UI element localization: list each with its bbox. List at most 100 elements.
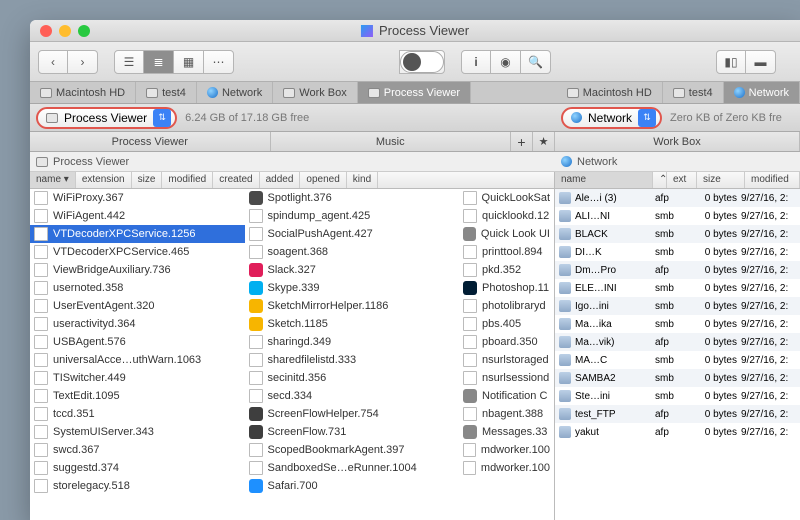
right-location-dropdown[interactable]: Network ⇅	[561, 107, 662, 129]
left-file-list[interactable]: WiFiProxy.367WiFiAgent.442VTDecoderXPCSe…	[30, 189, 554, 520]
network-row[interactable]: yakutafp0 bytes9/27/16, 2:	[555, 423, 800, 441]
location-tab[interactable]: Macintosh HD	[30, 82, 136, 103]
file-row[interactable]: universalAcce…uthWarn.1063	[30, 351, 245, 369]
file-row[interactable]: Messages.33	[459, 423, 554, 441]
network-row[interactable]: Igo…inismb0 bytes9/27/16, 2:	[555, 297, 800, 315]
file-row[interactable]: mdworker.100	[459, 441, 554, 459]
file-row[interactable]: quicklookd.12	[459, 207, 554, 225]
info-button[interactable]: i	[461, 50, 491, 74]
file-row[interactable]: storelegacy.518	[30, 477, 245, 495]
network-row[interactable]: MA…Csmb0 bytes9/27/16, 2:	[555, 351, 800, 369]
left-location-dropdown[interactable]: Process Viewer ⇅	[36, 107, 177, 129]
file-row[interactable]: VTDecoderXPCService.465	[30, 243, 245, 261]
file-row[interactable]: WiFiProxy.367	[30, 189, 245, 207]
network-row[interactable]: test_FTPafp0 bytes9/27/16, 2:	[555, 405, 800, 423]
file-row[interactable]: secinitd.356	[245, 369, 460, 387]
file-row[interactable]: Notification C	[459, 387, 554, 405]
file-row[interactable]: useractivityd.364	[30, 315, 245, 333]
quicklook-button[interactable]: ◉	[491, 50, 521, 74]
add-tab-button[interactable]: +	[511, 132, 533, 151]
file-row[interactable]: ScopedBookmarkAgent.397	[245, 441, 460, 459]
view-icons-button[interactable]: ☰	[114, 50, 144, 74]
app-icon	[463, 425, 477, 439]
file-row[interactable]: sharingd.349	[245, 333, 460, 351]
view-grid-button[interactable]: ▦	[174, 50, 204, 74]
network-row[interactable]: ALI…NIsmb0 bytes9/27/16, 2:	[555, 207, 800, 225]
file-row[interactable]: nbagent.388	[459, 405, 554, 423]
file-row[interactable]: Skype.339	[245, 279, 460, 297]
file-row[interactable]: nsurlsessiond	[459, 369, 554, 387]
network-row[interactable]: Dm…Proafp0 bytes9/27/16, 2:	[555, 261, 800, 279]
file-row[interactable]: photolibraryd	[459, 297, 554, 315]
network-row[interactable]: Ale…i (3)afp0 bytes9/27/16, 2:	[555, 189, 800, 207]
tab-music[interactable]: Music	[271, 132, 512, 151]
file-row[interactable]: spindump_agent.425	[245, 207, 460, 225]
forward-button[interactable]: ›	[68, 50, 98, 74]
file-row[interactable]: USBAgent.576	[30, 333, 245, 351]
minimize-icon[interactable]	[59, 25, 71, 37]
location-tab[interactable]: test4	[663, 82, 724, 103]
network-row[interactable]: Ma…vik)afp0 bytes9/27/16, 2:	[555, 333, 800, 351]
file-row[interactable]: Safari.700	[245, 477, 460, 495]
file-row[interactable]: Photoshop.11	[459, 279, 554, 297]
file-row[interactable]: tccd.351	[30, 405, 245, 423]
file-row[interactable]: Sketch.1185	[245, 315, 460, 333]
location-tab[interactable]: Network	[197, 82, 273, 103]
file-row[interactable]: Slack.327	[245, 261, 460, 279]
file-row[interactable]: ScreenFlowHelper.754	[245, 405, 460, 423]
file-row[interactable]: suggestd.374	[30, 459, 245, 477]
file-row[interactable]: SketchMirrorHelper.1186	[245, 297, 460, 315]
file-row[interactable]: sharedfilelistd.333	[245, 351, 460, 369]
back-button[interactable]: ‹	[38, 50, 68, 74]
file-row[interactable]: SandboxedSe…eRunner.1004	[245, 459, 460, 477]
right-file-list[interactable]: Ale…i (3)afp0 bytes9/27/16, 2:ALI…NIsmb0…	[555, 189, 800, 520]
file-row[interactable]: soagent.368	[245, 243, 460, 261]
file-row[interactable]: UserEventAgent.320	[30, 297, 245, 315]
network-row[interactable]: Ma…ikasmb0 bytes9/27/16, 2:	[555, 315, 800, 333]
left-column-headers[interactable]: name ▾extensionsizemodifiedcreatedaddedo…	[30, 172, 554, 189]
network-row[interactable]: SAMBA2smb0 bytes9/27/16, 2:	[555, 369, 800, 387]
file-row[interactable]: pkd.352	[459, 261, 554, 279]
file-row[interactable]: VTDecoderXPCService.1256	[30, 225, 245, 243]
file-row[interactable]: mdworker.100	[459, 459, 554, 477]
network-row[interactable]: DI…Ksmb0 bytes9/27/16, 2:	[555, 243, 800, 261]
favorites-button[interactable]: ★	[533, 132, 555, 151]
location-tab[interactable]: Macintosh HD	[557, 82, 663, 103]
file-row[interactable]: nsurlstoraged	[459, 351, 554, 369]
file-row[interactable]: pboard.350	[459, 333, 554, 351]
panel-left-button[interactable]: ▮▯	[716, 50, 746, 74]
file-row[interactable]: Spotlight.376	[245, 189, 460, 207]
panel-right-button[interactable]: ▬	[746, 50, 776, 74]
file-row[interactable]: pbs.405	[459, 315, 554, 333]
view-more-button[interactable]: ⋯	[204, 50, 234, 74]
file-row[interactable]: ViewBridgeAuxiliary.736	[30, 261, 245, 279]
view-list-button[interactable]: ≣	[144, 50, 174, 74]
file-row[interactable]: swcd.367	[30, 441, 245, 459]
sf-icon	[249, 425, 263, 439]
network-row[interactable]: ELE…INIsmb0 bytes9/27/16, 2:	[555, 279, 800, 297]
location-tab[interactable]: Work Box	[273, 82, 357, 103]
location-tab[interactable]: test4	[136, 82, 197, 103]
tab-work-box[interactable]: Work Box	[555, 132, 800, 151]
network-row[interactable]: BLACKsmb0 bytes9/27/16, 2:	[555, 225, 800, 243]
right-column-headers[interactable]: name⌃extsizemodified	[555, 172, 800, 189]
file-row[interactable]: printtool.894	[459, 243, 554, 261]
location-tab[interactable]: Network	[724, 82, 800, 103]
location-tab[interactable]: Process Viewer	[358, 82, 471, 103]
file-row[interactable]: Quick Look UI	[459, 225, 554, 243]
file-row[interactable]: QuickLookSat	[459, 189, 554, 207]
file-row[interactable]: ScreenFlow.731	[245, 423, 460, 441]
file-row[interactable]: SocialPushAgent.427	[245, 225, 460, 243]
file-row[interactable]: SystemUIServer.343	[30, 423, 245, 441]
file-row[interactable]: WiFiAgent.442	[30, 207, 245, 225]
file-row[interactable]: TISwitcher.449	[30, 369, 245, 387]
zoom-icon[interactable]	[78, 25, 90, 37]
binoculars-button[interactable]: 🔍	[521, 50, 551, 74]
file-row[interactable]: TextEdit.1095	[30, 387, 245, 405]
toggle-button[interactable]	[399, 50, 445, 74]
tab-process-viewer[interactable]: Process Viewer	[30, 132, 271, 151]
file-row[interactable]: usernoted.358	[30, 279, 245, 297]
network-row[interactable]: Ste…inismb0 bytes9/27/16, 2:	[555, 387, 800, 405]
close-icon[interactable]	[40, 25, 52, 37]
file-row[interactable]: secd.334	[245, 387, 460, 405]
